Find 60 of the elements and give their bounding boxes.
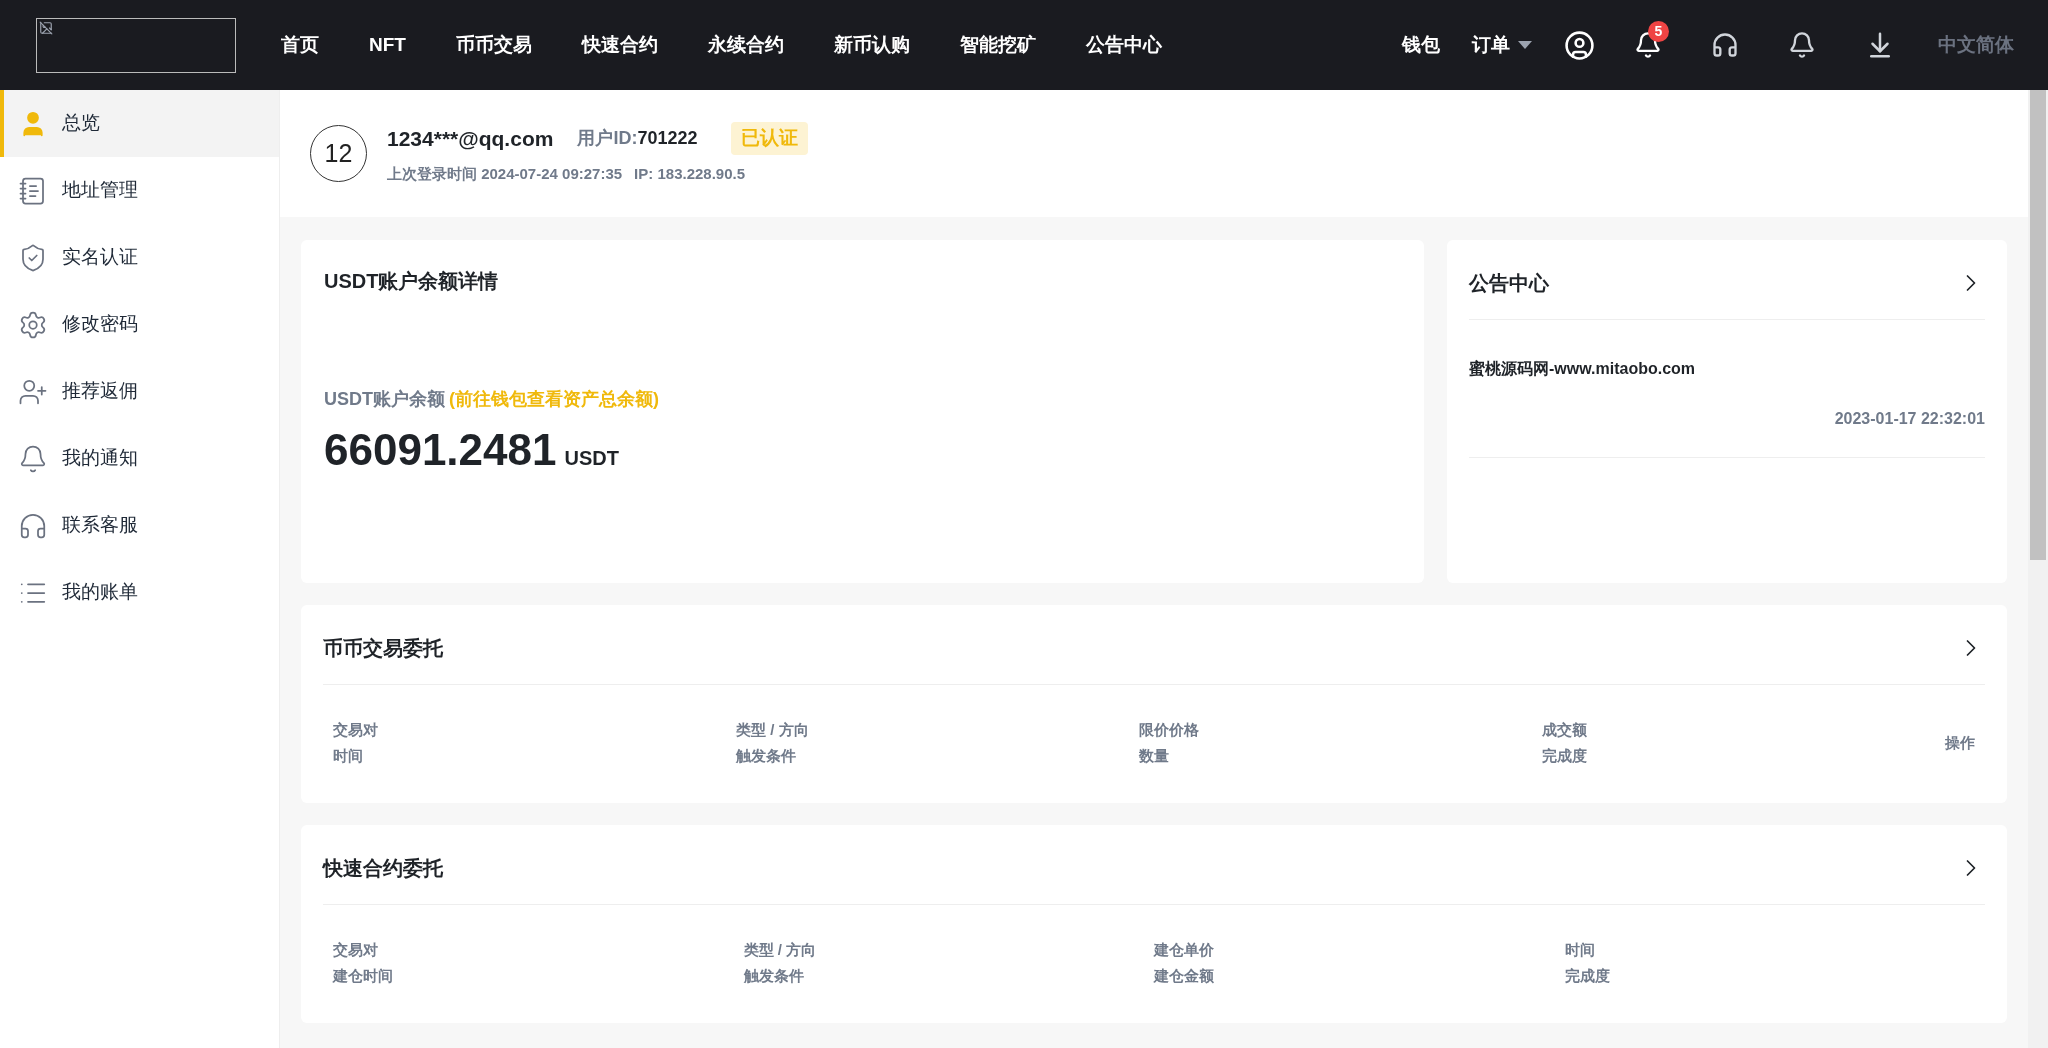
language-link[interactable]: 中文简体 [1938,30,2014,60]
notification-count-badge: 5 [1648,21,1669,42]
broken-image-icon [39,20,53,35]
nav-link[interactable]: 新币认购 [833,30,910,60]
column-header: 操作 [1945,732,1975,753]
nav-link[interactable]: 首页 [281,30,319,60]
column-header: 完成度 [1564,965,1611,986]
user-icon[interactable] [1564,29,1595,61]
sidebar-item[interactable]: 地址管理 [0,157,279,224]
sidebar-item[interactable]: 我的通知 [0,425,279,492]
sidebar-item[interactable]: 修改密码 [0,291,279,358]
column-header: 限价价格 [1139,720,1200,740]
sidebar-item[interactable]: 我的账单 [0,559,279,626]
user-id-label: 用户ID: [577,126,638,150]
column-header: 类型 / 方向 [743,940,817,960]
notice-time: 2023-01-17 22:32:01 [1834,409,1985,429]
column-header: 建仓时间 [333,965,394,986]
bell-icon[interactable] [1788,31,1816,59]
column-header: 时间 [333,745,364,766]
nav-link[interactable]: 永续合约 [707,30,784,60]
balance-label: USDT账户余额 [324,388,445,411]
nav-link[interactable]: NFT [369,30,406,60]
card-title: USDT账户余额详情 [324,269,500,294]
nav-link[interactable]: 公告中心 [1085,30,1162,60]
column-header: 数量 [1139,745,1170,766]
column-header: 建仓单价 [1154,940,1215,960]
notice-title[interactable]: 蜜桃源码网-www.mitaobo.com [1469,357,1985,381]
column-header: 类型 / 方向 [736,720,810,740]
balance-amount: 66091.2481 [324,424,557,476]
sidebar-item[interactable]: 推荐返佣 [0,358,279,425]
nav-link[interactable]: 智能挖矿 [959,30,1036,60]
bell-icon [18,443,48,474]
column-header: 成交额 [1542,720,1588,740]
last-login-text: 上次登录时间 2024-07-24 09:27:35 [387,163,623,184]
card-title: 快速合约委托 [323,855,443,881]
scrollbar-thumb[interactable] [2030,90,2046,560]
column-header: 时间 [1564,940,1596,960]
column-header: 触发条件 [736,745,797,766]
sidebar-item[interactable]: 联系客服 [0,492,279,559]
card-title: 币币交易委托 [323,635,443,661]
card-title: 公告中心 [1469,270,1549,296]
column-header: 交易对 [333,720,379,740]
column-header: 完成度 [1542,745,1588,766]
caret-icon [1518,41,1532,49]
user-id-value: 701222 [637,126,698,150]
column-header: 触发条件 [743,965,805,986]
headset-icon[interactable] [1711,31,1739,59]
sidebar-item[interactable]: 总览 [0,90,279,157]
email-text: 1234***@qq.com [387,125,554,152]
orders-dropdown[interactable]: 订单 [1472,30,1532,60]
settings-icon [18,309,48,340]
nav-link[interactable]: 快速合约 [581,30,658,60]
nav-link[interactable]: 币币交易 [455,30,532,60]
ip-text: IP: 183.228.90.5 [634,163,746,184]
column-header: 建仓金额 [1154,965,1215,986]
sidebar-item[interactable]: 实名认证 [0,224,279,291]
wallet-link[interactable]: 钱包 [1402,30,1440,60]
verified-badge: 已认证 [731,122,809,155]
balance-unit: USDT [564,446,619,471]
column-header: 交易对 [333,940,379,960]
